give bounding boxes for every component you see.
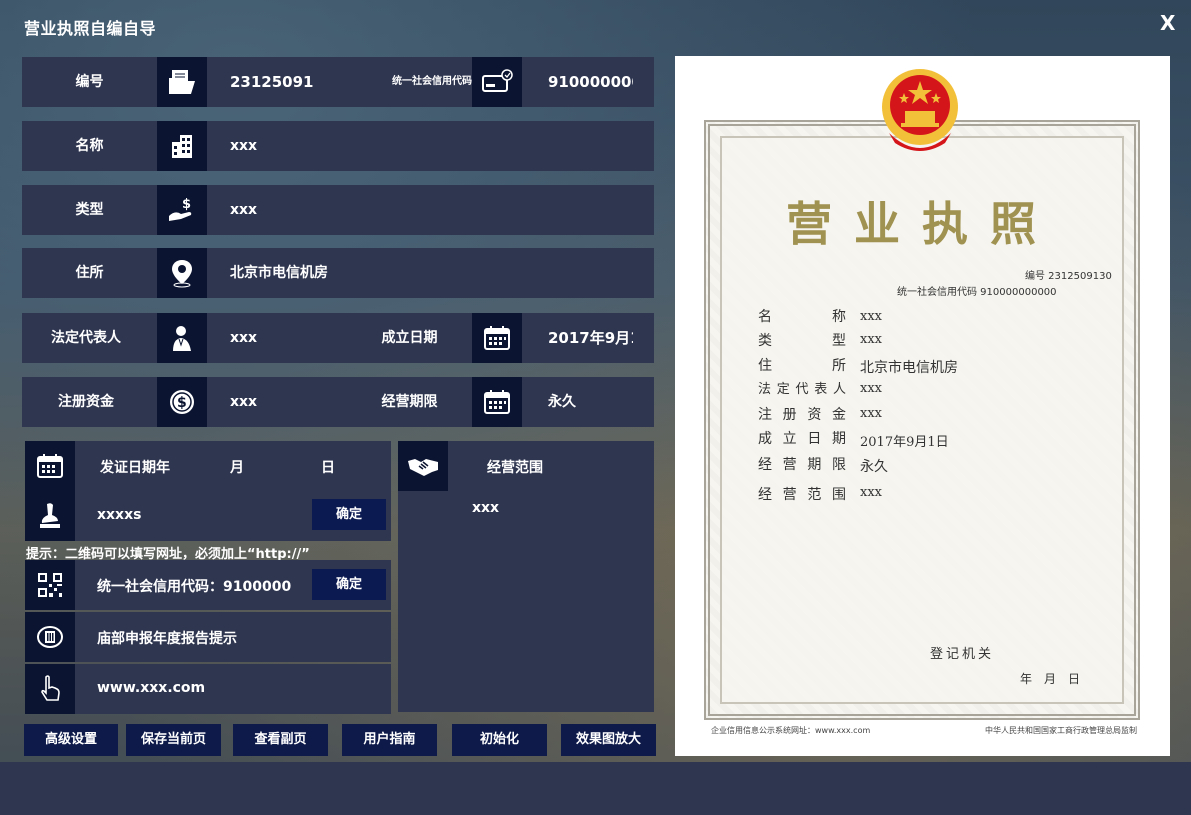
- qr-input[interactable]: 统一社会信用代码：9100000: [97, 576, 291, 596]
- license-value-established: 2017年9月1日: [860, 435, 949, 450]
- issue-year-input[interactable]: 年: [156, 457, 170, 477]
- license-label-established: 成立日期: [758, 431, 846, 447]
- national-emblem-icon: [879, 63, 961, 163]
- license-value-term: 永久: [860, 459, 888, 475]
- type-label: 类型: [75, 202, 104, 218]
- emblem-icon: [25, 612, 75, 662]
- seal-input[interactable]: xxxxs: [97, 507, 141, 523]
- save-page-button[interactable]: 保存当前页: [126, 724, 221, 756]
- seal-confirm-button[interactable]: 确定: [312, 499, 386, 530]
- license-value-name: xxx: [860, 309, 882, 324]
- type-input[interactable]: xxx: [230, 185, 630, 235]
- stamp-icon: [25, 491, 75, 541]
- bottom-bar: [0, 762, 1191, 815]
- license-authority: 登记机关: [930, 647, 995, 662]
- calendar-icon: [472, 377, 522, 427]
- address-label: 住所: [75, 265, 104, 281]
- term-label: 经营期限: [381, 394, 438, 410]
- license-value-legal-rep: xxx: [860, 381, 882, 396]
- name-input[interactable]: xxx: [230, 121, 630, 171]
- issue-date-label: 发证日期: [100, 460, 156, 476]
- svg-text:$: $: [182, 197, 191, 212]
- handshake-icon: [398, 441, 448, 491]
- row-name: 名称 xxx: [22, 121, 654, 171]
- established-input[interactable]: 2017年9月1日: [548, 313, 633, 363]
- person-icon: [157, 313, 207, 363]
- license-value-type: xxx: [860, 332, 882, 347]
- location-pin-icon: [157, 248, 207, 298]
- legal-rep-label: 法定代表人: [51, 330, 121, 346]
- license-number: 编号 2312509130: [1025, 271, 1112, 282]
- row-legal-rep: 法定代表人 xxx 成立日期 2017年9月1日: [22, 313, 654, 363]
- license-value-capital: xxx: [860, 406, 882, 421]
- scope-input[interactable]: xxx: [472, 500, 499, 516]
- annual-report-panel: 庙部申报年度报告提示: [25, 612, 391, 662]
- user-guide-button[interactable]: 用户指南: [342, 724, 437, 756]
- qr-confirm-button[interactable]: 确定: [312, 569, 386, 600]
- seal-panel: xxxxs 确定: [25, 491, 391, 541]
- license-label-name: 名称: [758, 309, 846, 325]
- address-input[interactable]: 北京市电信机房: [230, 248, 630, 298]
- row-type: 类型 $ xxx: [22, 185, 654, 235]
- svg-text:$: $: [177, 395, 187, 411]
- license-label-capital: 注册资金: [758, 407, 846, 423]
- reset-button[interactable]: 初始化: [452, 724, 547, 756]
- calendar-icon: [472, 313, 522, 363]
- license-footer-left: 企业信用信息公示系统网址：www.xxx.com: [711, 726, 871, 735]
- zoom-preview-button[interactable]: 效果图放大: [561, 724, 656, 756]
- pointer-hand-icon: [25, 664, 75, 714]
- license-label-scope: 经营范围: [758, 487, 846, 503]
- advanced-settings-button[interactable]: 高级设置: [24, 724, 118, 756]
- license-title: 营业执照: [786, 197, 1058, 251]
- license-value-scope: xxx: [860, 485, 882, 500]
- name-label: 名称: [75, 138, 104, 154]
- license-label-type: 类型: [758, 333, 846, 349]
- card-icon: [472, 57, 522, 107]
- license-value-address: 北京市电信机房: [860, 360, 958, 376]
- building-icon: [157, 121, 207, 171]
- hand-money-icon: $: [157, 185, 207, 235]
- license-date: 年 月 日: [1020, 672, 1081, 686]
- qr-code-icon: [25, 560, 75, 610]
- window-title: 营业执照自编自导: [24, 19, 157, 38]
- number-input[interactable]: 2312509130: [230, 57, 314, 107]
- row-capital: 注册资金 $ xxx 经营期限 永久: [22, 377, 654, 427]
- scope-panel: 经营范围 xxx: [398, 441, 654, 712]
- license-label-legal-rep: 法定代表人: [758, 382, 846, 397]
- license-footer-right: 中华人民共和国国家工商行政管理总局监制: [985, 726, 1137, 735]
- term-input[interactable]: 永久: [548, 377, 633, 427]
- license-label-address: 住所: [758, 358, 846, 374]
- scope-label: 经营范围: [487, 460, 543, 476]
- capital-input[interactable]: xxx: [230, 377, 330, 427]
- established-label: 成立日期: [381, 330, 438, 346]
- row-number: 编号 2312509130 统一社会信用代码 910000000000: [22, 57, 654, 107]
- license-label-term: 经营期限: [758, 457, 846, 473]
- issue-day-input[interactable]: 日: [321, 457, 335, 477]
- view-copy-button[interactable]: 查看副页: [233, 724, 328, 756]
- calendar-icon: [25, 441, 75, 491]
- annual-report-text[interactable]: 庙部申报年度报告提示: [97, 628, 237, 648]
- website-input[interactable]: www.xxx.com: [97, 680, 205, 696]
- credit-code-input[interactable]: 910000000000: [548, 57, 633, 107]
- close-button[interactable]: X: [1160, 11, 1175, 35]
- folder-icon: [157, 57, 207, 107]
- number-label: 编号: [75, 74, 104, 90]
- issue-date-panel: 发证日期 年 月 日: [25, 441, 391, 491]
- issue-month-input[interactable]: 月: [230, 457, 244, 477]
- legal-rep-input[interactable]: xxx: [230, 313, 330, 363]
- website-panel: www.xxx.com: [25, 664, 391, 714]
- row-address: 住所 北京市电信机房: [22, 248, 654, 298]
- dollar-coin-icon: $: [157, 377, 207, 427]
- capital-label: 注册资金: [58, 394, 114, 410]
- license-credit-code: 统一社会信用代码 910000000000: [897, 287, 1057, 298]
- qr-panel: 统一社会信用代码：9100000 确定: [25, 560, 391, 610]
